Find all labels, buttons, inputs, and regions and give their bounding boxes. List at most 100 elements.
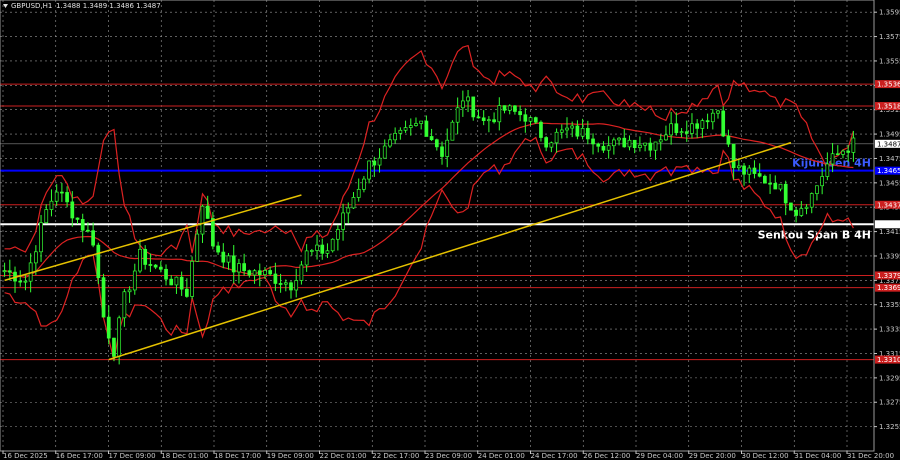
- x-tick-label: 16 Dec 17:00: [56, 452, 103, 460]
- x-tick-label: 16 Dec 2025: [3, 452, 48, 460]
- candle-body: [700, 120, 705, 129]
- candle-body: [195, 233, 200, 262]
- support-2-price-label: 1.3379: [877, 272, 900, 280]
- y-tick-label: 1.3295: [879, 374, 900, 382]
- candle-body: [804, 206, 809, 209]
- candle-body: [127, 289, 132, 293]
- y-tick-label: 1.3395: [879, 252, 900, 260]
- candle-body: [476, 116, 481, 119]
- candle-body: [65, 192, 69, 203]
- candle-body: [716, 110, 720, 114]
- candle-body: [679, 131, 684, 134]
- y-tick-label: 1.3575: [879, 33, 900, 41]
- candle-body: [549, 142, 554, 148]
- quote-values: 1.3488 1.3489 1.3486 1.3487: [56, 2, 161, 10]
- candle-body: [367, 160, 371, 180]
- candle-body: [450, 121, 455, 141]
- candle-body: [690, 123, 694, 134]
- candle-body: [768, 182, 772, 185]
- candle-body: [638, 144, 642, 148]
- candle-body: [86, 229, 90, 232]
- candle-body: [799, 208, 804, 216]
- senkou-span-b-price-label: 1.3421: [877, 221, 900, 229]
- candle-body: [429, 136, 434, 141]
- candle-body: [377, 157, 382, 166]
- candle-body: [382, 145, 387, 159]
- candle-body: [606, 145, 611, 151]
- candle-body: [273, 273, 278, 284]
- candle-body: [257, 270, 262, 276]
- candle-body: [341, 212, 345, 230]
- candle-body: [23, 280, 28, 283]
- x-tick-label: 22 Dec 17:00: [372, 452, 419, 460]
- resistance-1-price-label: 1.3536: [877, 81, 900, 89]
- y-tick-label: 1.3555: [879, 57, 900, 65]
- candle-body: [356, 188, 361, 198]
- candle-body: [54, 191, 59, 202]
- candle-body: [148, 264, 153, 266]
- candle-body: [153, 264, 158, 268]
- header: GBPUSD,H1 1.3488 1.3489 1.3486 1.3487: [3, 2, 161, 10]
- candle-body: [653, 141, 658, 151]
- candle-body: [252, 270, 257, 276]
- candle-body: [424, 120, 429, 137]
- candle-body: [299, 264, 304, 281]
- candle-body: [237, 263, 241, 273]
- candle-body: [695, 123, 700, 129]
- candle-body: [455, 107, 460, 123]
- candle-body: [91, 230, 95, 246]
- candle-body: [570, 125, 575, 129]
- candle-body: [362, 178, 366, 190]
- candle-body: [648, 142, 653, 151]
- candle-body: [481, 117, 486, 121]
- candle-body: [580, 127, 585, 137]
- candle-body: [325, 250, 330, 254]
- x-tick-label: 31 Dec 04:00: [794, 452, 841, 460]
- candle-body: [591, 138, 595, 145]
- candle-body: [528, 117, 533, 122]
- candle-body: [388, 139, 392, 147]
- candle-body: [664, 134, 668, 141]
- candle-body: [101, 277, 106, 318]
- candle-body: [268, 270, 273, 275]
- candle-body: [169, 278, 174, 286]
- candle-body: [794, 209, 798, 216]
- candle-body: [471, 96, 476, 118]
- support-3-price-label: 1.3369: [877, 284, 900, 292]
- candle-body: [612, 139, 616, 147]
- candle-body: [336, 229, 340, 240]
- candle-body: [117, 317, 122, 357]
- current-price-label: 1.3487: [877, 140, 900, 148]
- candle-body: [632, 139, 637, 148]
- candle-body: [585, 127, 590, 140]
- candle-body: [263, 270, 267, 276]
- candle-body: [617, 137, 621, 141]
- candle-body: [841, 150, 845, 155]
- candle-body: [539, 121, 543, 138]
- candle-body: [185, 288, 189, 297]
- candle-body: [809, 193, 814, 208]
- candle-body: [752, 167, 757, 174]
- y-tick-label: 1.3455: [879, 179, 900, 187]
- candle-body: [221, 251, 226, 263]
- candle-body: [49, 200, 54, 210]
- candle-body: [106, 316, 111, 339]
- candle-body: [18, 280, 23, 283]
- y-tick-label: 1.3335: [879, 326, 900, 334]
- candle-body: [544, 137, 549, 148]
- price-chart[interactable]: Kijun-sen 4HSenkou Span B 4H 1.35951.357…: [0, 0, 900, 460]
- candle-body: [44, 209, 49, 224]
- candle-body: [851, 137, 856, 153]
- candle-body: [330, 238, 335, 252]
- candle-body: [518, 111, 522, 116]
- candle-body: [669, 123, 673, 136]
- candle-body: [398, 129, 403, 134]
- candle-body: [315, 244, 319, 251]
- x-tick-label: 19 Dec 09:00: [267, 452, 314, 460]
- candle-body: [523, 114, 528, 122]
- candle-body: [200, 205, 205, 235]
- support-4-price-label: 1.3310: [877, 356, 900, 364]
- candle-body: [731, 143, 736, 169]
- candle-body: [242, 263, 246, 271]
- candle-body: [596, 143, 601, 147]
